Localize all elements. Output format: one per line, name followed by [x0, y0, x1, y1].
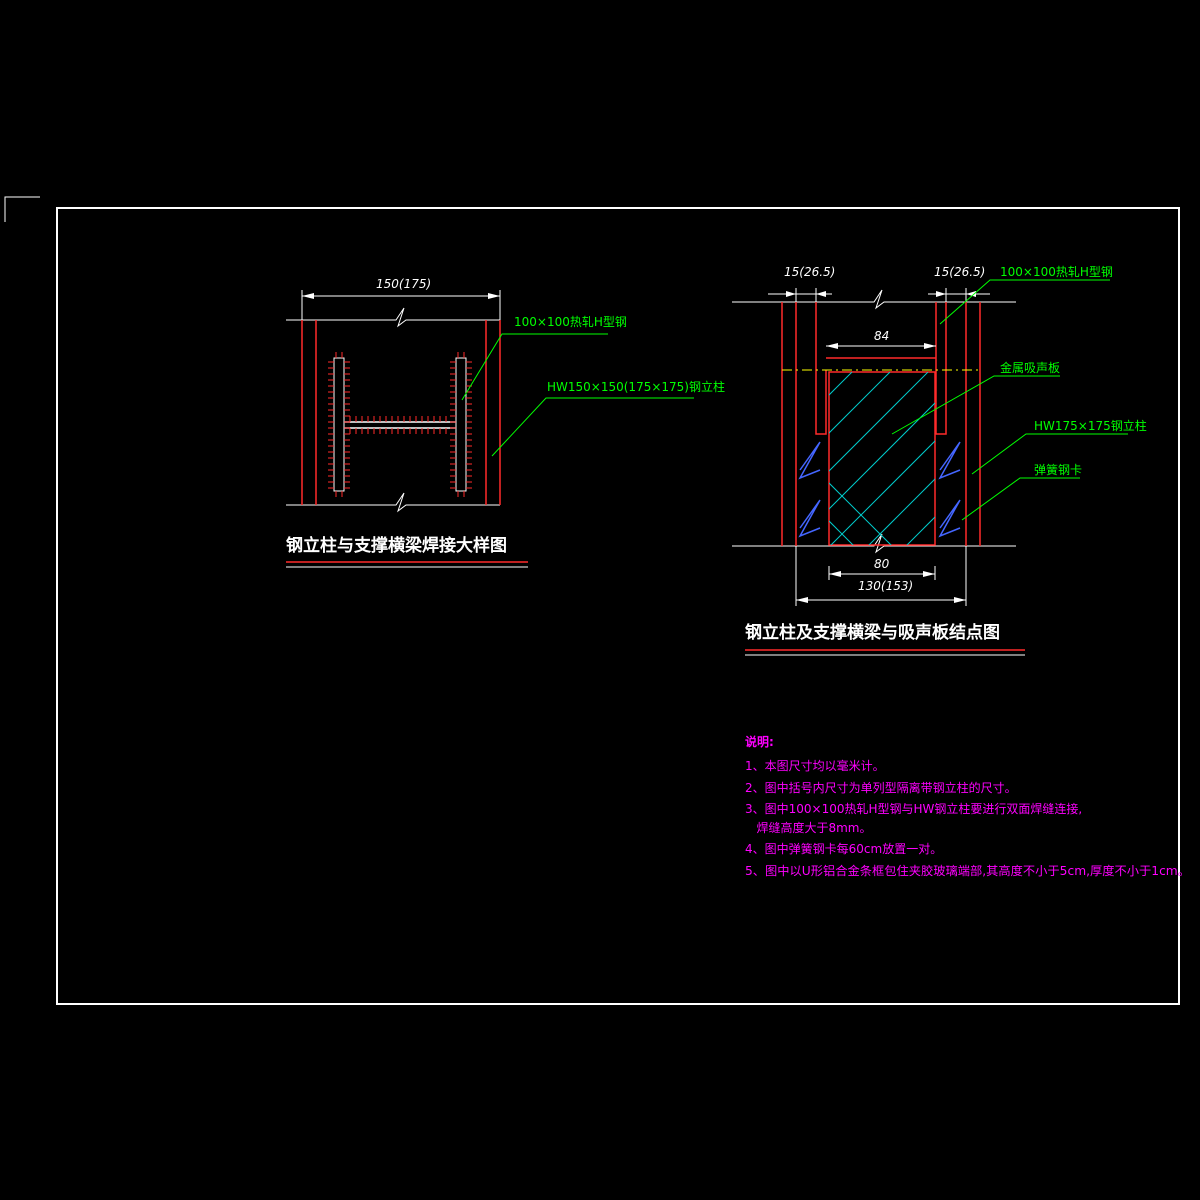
column-flange-right-right-detail [965, 302, 981, 546]
column-flange-left [301, 320, 317, 505]
h-beam-flange-right [455, 357, 467, 492]
dimension-top-left: 15(26.5) [768, 265, 835, 302]
dim-label-top-right: 15(26.5) [934, 265, 985, 279]
note-item: 3、图中100×100热轧H型钢与HW钢立柱要进行双面焊缝连接, [745, 801, 1082, 816]
break-line-bottom [286, 492, 500, 513]
dimension-inner: 84 [826, 329, 936, 349]
note-item: 4、图中弹簧钢卡每60cm放置一对。 [745, 841, 942, 856]
label-column-left: HW150×150(175×175)钢立柱 [547, 379, 725, 394]
break-line-bottom-right [732, 533, 1016, 554]
right-detail: 15(26.5) 15(26.5) 84 100×100热轧H型钢 金属吸声板 … [732, 265, 1147, 656]
label-beam-right: 100×100热轧H型钢 [1000, 265, 1113, 279]
weld-marks [328, 352, 472, 497]
notes-heading: 说明: [745, 734, 774, 749]
dimension-total: 130(153) [795, 546, 967, 606]
leader-column-left [491, 397, 694, 457]
h-beam-flange-left [333, 357, 345, 492]
h-beam-section [328, 352, 472, 497]
drawing-canvas: 150(175) 100×100热轧H型钢 HW150×150(175×175)… [4, 196, 1190, 1005]
beam-flange-right-right-detail [935, 302, 947, 435]
note-item: 2、图中括号内尺寸为单列型隔离带钢立柱的尺寸。 [745, 780, 1017, 795]
spring-clips [798, 441, 961, 538]
column-flange-left-right-detail [781, 302, 797, 546]
label-beam-left: 100×100热轧H型钢 [514, 315, 627, 329]
title-right: 钢立柱及支撑横梁与吸声板结点图 [745, 622, 1000, 643]
sound-absorbing-panel [828, 371, 936, 546]
note-item: 焊缝高度大于8mm。 [745, 820, 871, 835]
break-line-top [286, 307, 500, 328]
left-detail: 150(175) 100×100热轧H型钢 HW150×150(175×175)… [286, 277, 725, 568]
label-clip: 弹簧钢卡 [1034, 462, 1082, 477]
note-item: 5、图中以U形铝合金条框包住夹胶玻璃端部,其高度不小于5cm,厚度不小于1cm。 [745, 863, 1190, 878]
notes-block: 说明: 1、本图尺寸均以毫米计。 2、图中括号内尺寸为单列型隔离带钢立柱的尺寸。… [745, 734, 1190, 878]
dim-label-width: 150(175) [376, 277, 431, 291]
label-panel: 金属吸声板 [1000, 360, 1060, 375]
dimension-width: 150(175) [301, 277, 501, 320]
column-flange-right [485, 320, 501, 505]
dimension-panel: 80 [828, 557, 936, 580]
beam-flange-left-right-detail [815, 302, 827, 435]
label-column-right: HW175×175钢立柱 [1034, 418, 1147, 433]
corner-mark [4, 196, 40, 222]
dim-label-top-left: 15(26.5) [784, 265, 835, 279]
dim-label-total: 130(153) [858, 579, 913, 593]
dimension-top-right: 15(26.5) [928, 265, 990, 302]
note-item: 1、本图尺寸均以毫米计。 [745, 758, 885, 773]
title-left: 钢立柱与支撑横梁焊接大样图 [286, 535, 507, 556]
dim-label-panel: 80 [874, 557, 890, 571]
dim-label-inner: 84 [874, 329, 889, 343]
